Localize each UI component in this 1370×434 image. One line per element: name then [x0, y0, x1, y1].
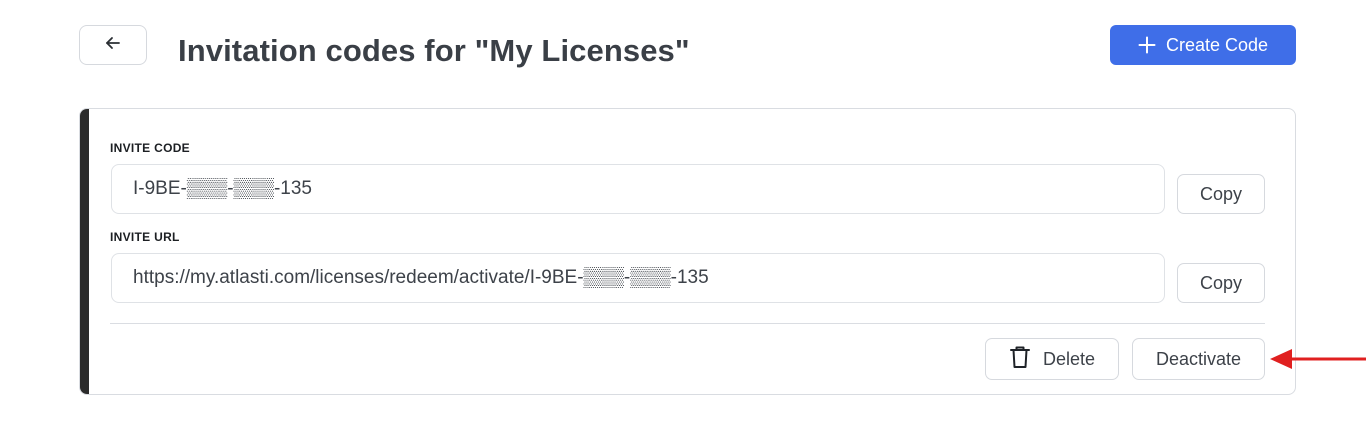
- invite-code-card: INVITE CODE I-9BE-▒▒▒-▒▒▒-135 Copy INVIT…: [79, 108, 1296, 395]
- create-code-label: Create Code: [1165, 34, 1269, 55]
- invite-code-field[interactable]: I-9BE-▒▒▒-▒▒▒-135: [111, 164, 1165, 214]
- back-button[interactable]: [79, 25, 147, 65]
- page-title: Invitation codes for "My Licenses": [178, 33, 690, 68]
- invite-code-label: INVITE CODE: [110, 141, 190, 155]
- delete-button[interactable]: Delete: [985, 338, 1119, 380]
- annotation-arrow-icon: [1270, 349, 1366, 369]
- arrow-left-icon: [103, 33, 123, 58]
- card-accent-bar: [80, 109, 89, 394]
- trash-icon: [1009, 345, 1031, 374]
- copy-invite-code-button[interactable]: Copy: [1177, 174, 1265, 214]
- create-code-button[interactable]: Create Code: [1110, 25, 1296, 65]
- plus-icon: [1138, 36, 1156, 54]
- copy-invite-url-button[interactable]: Copy: [1177, 263, 1265, 303]
- invite-url-label: INVITE URL: [110, 230, 180, 244]
- delete-label: Delete: [1042, 348, 1096, 369]
- page: Invitation codes for "My Licenses" Creat…: [0, 0, 1370, 434]
- invite-url-field[interactable]: https://my.atlasti.com/licenses/redeem/a…: [111, 253, 1165, 303]
- deactivate-button[interactable]: Deactivate: [1132, 338, 1265, 380]
- divider: [110, 323, 1265, 324]
